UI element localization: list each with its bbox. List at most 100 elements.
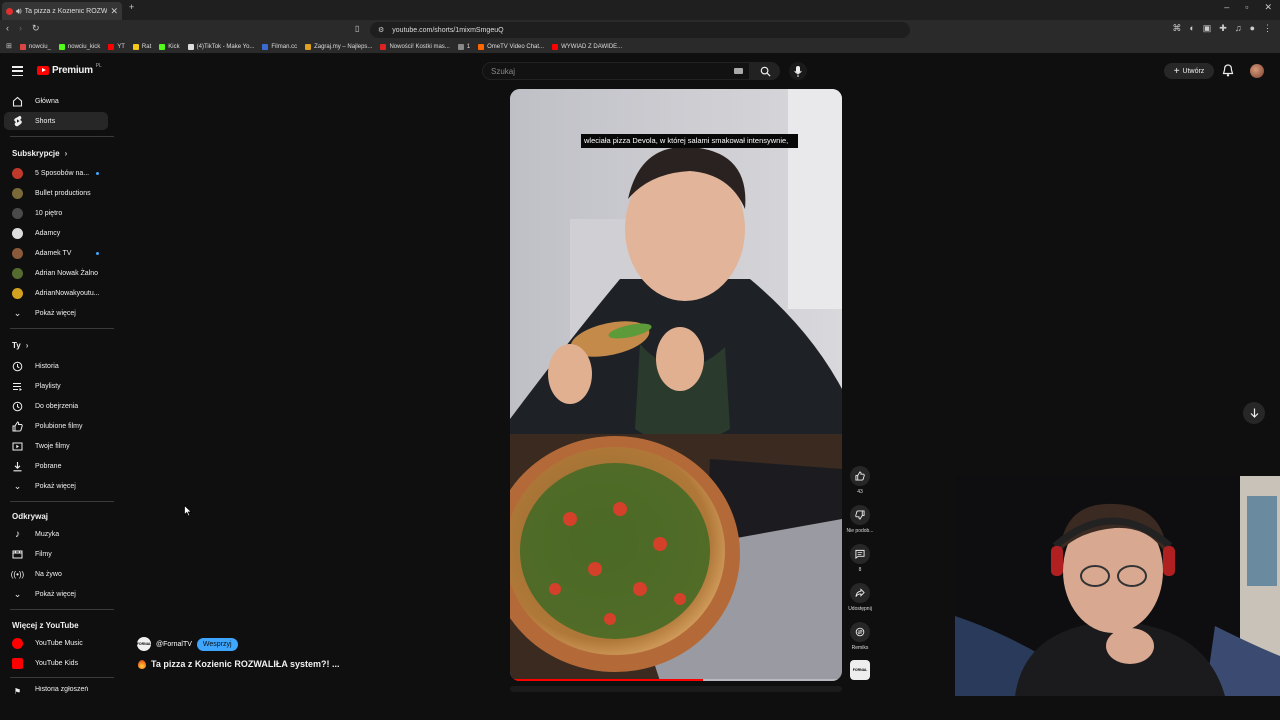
sidebar-item-music[interactable]: ♪ Muzyka — [4, 525, 108, 543]
new-tab-icon[interactable]: + — [129, 3, 134, 12]
reload-icon[interactable]: ↻ — [32, 24, 40, 33]
sidebar-item-films[interactable]: Filmy — [4, 545, 108, 563]
close-window-icon[interactable]: ✕ — [1264, 3, 1272, 12]
show-more-subscriptions[interactable]: ⌄ Pokaż więcej — [4, 304, 108, 322]
bookmark-item[interactable]: Filman.cc — [262, 43, 297, 50]
bookmark-item[interactable]: nowciu_ — [19, 43, 51, 50]
hamburger-menu-icon[interactable] — [12, 66, 23, 76]
bookmark-favicon — [262, 43, 269, 50]
subscriptions-heading[interactable]: Subskrypcje › — [12, 149, 67, 158]
bookmark-item[interactable]: OmeTV Video Chat... — [478, 43, 544, 50]
comments-button[interactable] — [850, 544, 870, 564]
bookmark-item[interactable]: Zagraj.my – Najleps... — [305, 43, 372, 50]
sidebar-item-liked[interactable]: Polubione filmy — [4, 417, 108, 435]
support-button[interactable]: Wesprzyj — [196, 637, 238, 651]
search-input[interactable]: Szukaj — [482, 62, 750, 80]
bookmark-item[interactable]: Rat — [132, 43, 151, 50]
sidebar-item-subscription[interactable]: Bullet productions — [4, 184, 108, 202]
like-action[interactable]: 43 — [849, 466, 871, 495]
extension-icon[interactable]: ▣ — [1203, 24, 1212, 33]
bookmark-item[interactable]: (4)TikTok - Make Yo... — [187, 43, 254, 50]
sidebar-item-youtube-music[interactable]: YouTube Music — [4, 634, 108, 652]
channel-avatar[interactable]: FORNAL — [137, 637, 151, 651]
share-button[interactable] — [850, 583, 870, 603]
channel-name[interactable]: @FornalTV — [156, 641, 192, 648]
you-heading[interactable]: Ty › — [12, 341, 28, 350]
sidebar-item-subscription[interactable]: Adamcy — [4, 224, 108, 242]
like-count: 43 — [857, 489, 863, 495]
remix-button[interactable] — [850, 622, 870, 642]
bookmarks-bar: ⊞ nowciu_ nowciu_kick YT Rat Kick (4)Tik… — [0, 40, 1280, 54]
forward-icon[interactable]: › — [19, 24, 22, 33]
sidebar-item-live[interactable]: ((•)) Na żywo — [4, 565, 108, 583]
sidebar-item-downloads[interactable]: Pobrane — [4, 457, 108, 475]
remix-action[interactable]: Remiks — [849, 622, 871, 651]
url-field[interactable]: ⚙︎ youtube.com/shorts/1mixmSmgeuQ — [370, 22, 910, 38]
sidebar-item-your-videos[interactable]: Twoje filmy — [4, 437, 108, 455]
video-title[interactable]: Ta pizza z Kozienic ROZWALIŁA system?! .… — [138, 659, 340, 669]
profile-icon[interactable]: ● — [1250, 24, 1255, 33]
youtube-premium-logo[interactable]: Premium PL — [37, 63, 102, 76]
apps-grid-icon[interactable]: ⊞ — [6, 43, 12, 50]
chevron-down-icon: ⌄ — [13, 480, 22, 491]
share-action[interactable]: Udostępnij — [848, 583, 872, 612]
voice-search-button[interactable] — [789, 62, 807, 80]
bookmark-star-icon[interactable]: ▯ — [355, 25, 359, 33]
tab-close-icon[interactable]: ✕ — [110, 6, 118, 16]
bookmark-favicon — [159, 43, 166, 50]
sidebar: Główna Shorts Subskrypcje › 5 Sposobów n… — [0, 90, 115, 700]
media-icon[interactable]: ♫ — [1235, 24, 1242, 33]
comments-action[interactable]: 8 — [849, 544, 871, 573]
like-button[interactable] — [850, 466, 870, 486]
sidebar-item-subscription[interactable]: Adrian Nowak Żalno — [4, 264, 108, 282]
audio-icon[interactable]: 🔊︎ — [16, 6, 22, 16]
menu-icon[interactable]: ⋮ — [1263, 24, 1272, 33]
bookmark-item[interactable]: Nowości! Kostki mas... — [380, 43, 450, 50]
sound-thumbnail[interactable]: FORNAL — [849, 660, 871, 680]
maximize-icon[interactable]: ▫ — [1245, 3, 1248, 12]
notifications-bell-icon[interactable] — [1222, 64, 1234, 82]
your-videos-icon — [12, 441, 23, 452]
extension-icon[interactable]: ◐ — [1189, 24, 1194, 33]
bookmark-item[interactable]: 1 — [457, 43, 470, 50]
sidebar-item-watch-later[interactable]: Do obejrzenia — [4, 397, 108, 415]
site-info-icon[interactable]: ⚙︎ — [378, 27, 384, 34]
show-more-explore[interactable]: ⌄ Pokaż więcej — [4, 585, 108, 603]
remix-label: Remiks — [851, 645, 869, 651]
video-progress-fill — [510, 679, 703, 681]
extensions-puzzle-icon[interactable]: ✚ — [1219, 24, 1227, 33]
dislike-action[interactable]: Nie podob... — [847, 505, 873, 534]
video-progress-bar[interactable] — [510, 679, 842, 681]
youtube-music-icon — [12, 637, 23, 649]
create-button[interactable]: + Utwórz — [1164, 63, 1214, 79]
sidebar-item-subscription[interactable]: Adamek TV — [4, 244, 108, 262]
minimize-icon[interactable]: – — [1224, 3, 1229, 12]
short-video-player[interactable]: wleciała pizza Devola, w której salami s… — [510, 89, 842, 681]
sidebar-item-label: Pokaż więcej — [35, 590, 76, 598]
sidebar-item-report-history[interactable]: ⚑ Historia zgłoszeń — [4, 686, 108, 700]
new-content-dot — [96, 171, 99, 175]
bookmark-item[interactable]: WYWIAD Z DAWIDE... — [552, 43, 622, 50]
sidebar-item-youtube-kids[interactable]: YouTube Kids — [4, 654, 108, 672]
show-more-you[interactable]: ⌄ Pokaż więcej — [4, 477, 108, 495]
bookmark-item[interactable]: Kick — [159, 43, 180, 50]
new-content-dot — [96, 251, 99, 255]
browser-tab[interactable]: 🔊︎ Ta pizza z Kozienic ROZWALIŁA system?… — [2, 2, 122, 20]
sidebar-item-subscription[interactable]: AdrianNowakyoutu... — [4, 284, 108, 302]
sidebar-item-subscription[interactable]: 5 Sposobów na... — [4, 164, 108, 182]
sidebar-item-playlists[interactable]: Playlisty — [4, 377, 108, 395]
sidebar-item-shorts[interactable]: Shorts — [4, 112, 108, 130]
extension-icon[interactable]: ⌘ — [1172, 24, 1181, 33]
next-short-button[interactable] — [1243, 402, 1265, 424]
account-avatar[interactable] — [1250, 64, 1264, 78]
sidebar-item-subscription[interactable]: 10 piętro — [4, 204, 108, 222]
bookmark-item[interactable]: nowciu_kick — [58, 43, 100, 50]
sidebar-item-history[interactable]: Historia — [4, 357, 108, 375]
back-icon[interactable]: ‹ — [6, 24, 9, 33]
sidebar-item-home[interactable]: Główna — [4, 92, 108, 110]
search-button[interactable] — [750, 62, 780, 80]
keyboard-icon[interactable] — [734, 68, 743, 74]
bookmark-item[interactable]: YT — [108, 43, 125, 50]
dislike-button[interactable] — [850, 505, 870, 525]
divider — [10, 501, 114, 502]
